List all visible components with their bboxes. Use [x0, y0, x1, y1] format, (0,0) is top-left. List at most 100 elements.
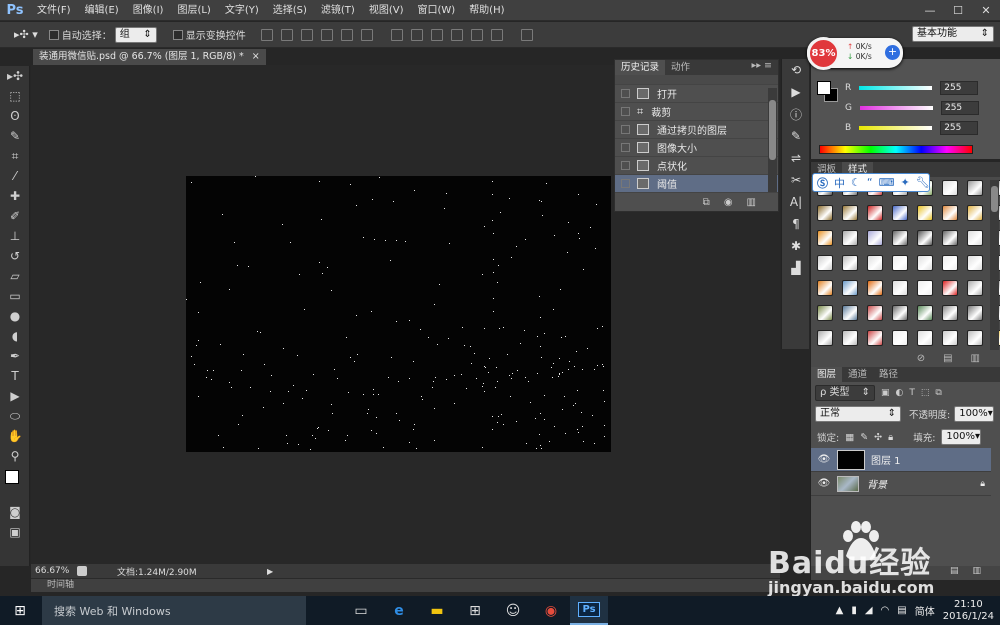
history-checkbox[interactable] [621, 143, 630, 152]
channel-slider[interactable] [859, 126, 933, 130]
healing-brush-tool-icon[interactable]: ✚ [0, 186, 30, 206]
style-swatch[interactable] [867, 305, 883, 321]
scrollbar-thumb[interactable] [769, 100, 776, 160]
menu-type[interactable]: 文字(Y) [218, 0, 266, 21]
wifi-icon[interactable]: ◠ [881, 605, 890, 616]
lasso-tool-icon[interactable]: ʘ [0, 106, 30, 126]
history-scrollbar[interactable] [768, 88, 777, 192]
brush-tool-icon[interactable]: ✐ [0, 206, 30, 226]
status-menu-icon[interactable]: ▶ [267, 567, 273, 576]
style-swatch[interactable] [817, 280, 833, 296]
style-swatch[interactable] [817, 205, 833, 221]
style-swatch[interactable] [967, 180, 983, 196]
workspace-dropdown[interactable]: 基本功能 ⇕ [912, 26, 994, 42]
lock-transparent-icon[interactable]: ▦ [845, 432, 854, 443]
style-swatch[interactable] [967, 205, 983, 221]
style-swatch[interactable] [917, 255, 933, 271]
auto-align-icon[interactable] [520, 28, 533, 41]
lock-pixels-icon[interactable]: ✎ [860, 432, 868, 443]
auto-select-dropdown[interactable]: 组 ⇕ [114, 26, 157, 43]
paragraph-panel-icon[interactable]: ¶ [782, 213, 810, 235]
new-style-icon[interactable]: ▤ [943, 353, 952, 364]
gradient-tool-icon[interactable]: ▭ [0, 286, 30, 306]
zoom-tool-icon[interactable]: ⚲ [0, 446, 30, 466]
style-swatch[interactable] [942, 305, 958, 321]
style-swatch[interactable] [842, 230, 858, 246]
histogram-icon[interactable]: ▟ [782, 257, 810, 279]
style-swatch[interactable] [967, 280, 983, 296]
color-swatches[interactable] [0, 466, 30, 502]
style-swatch[interactable] [942, 280, 958, 296]
crop-tool-icon[interactable]: ⌗ [0, 146, 30, 166]
windows-start-icon[interactable]: ⊞ [0, 596, 40, 625]
moon-icon[interactable]: ☾ [851, 176, 861, 189]
style-swatch[interactable] [842, 330, 858, 346]
type-tool-icon[interactable]: T [0, 366, 30, 386]
settings-icon[interactable]: ✦ [900, 176, 909, 189]
close-tab-icon[interactable]: × [252, 49, 260, 65]
style-swatch[interactable] [892, 305, 908, 321]
history-checkbox[interactable] [621, 107, 630, 116]
style-swatch[interactable] [817, 305, 833, 321]
task-view-icon[interactable]: ▭ [342, 596, 380, 625]
history-item-selected[interactable]: 阈值 [615, 175, 778, 193]
eraser-tool-icon[interactable]: ▱ [0, 266, 30, 286]
history-item[interactable]: 图像大小 [615, 139, 778, 157]
history-panel-icon[interactable]: ⟲ [782, 59, 810, 81]
align-hcenter-icon[interactable] [340, 28, 353, 41]
style-swatch[interactable] [817, 255, 833, 271]
boost-plus-icon[interactable]: + [885, 45, 900, 60]
wrench-icon[interactable]: 🔧︎ [916, 176, 930, 189]
style-swatch[interactable] [942, 330, 958, 346]
lock-all-icon[interactable]: 🔒︎ [888, 432, 893, 443]
tab-paths[interactable]: 路径 [873, 367, 904, 382]
new-layer-icon[interactable]: ▤ [950, 566, 959, 580]
style-swatch[interactable] [842, 255, 858, 271]
style-swatch[interactable] [892, 205, 908, 221]
style-swatch[interactable] [867, 255, 883, 271]
volume-icon[interactable]: ◢ [865, 605, 873, 616]
history-checkbox[interactable] [621, 125, 630, 134]
move-tool-preset-icon[interactable]: ▸✣ ▾ [14, 28, 38, 41]
style-swatch[interactable] [917, 330, 933, 346]
eye-icon[interactable]: 👁︎ [811, 478, 837, 489]
history-brush-tool-icon[interactable]: ↺ [0, 246, 30, 266]
quick-select-tool-icon[interactable]: ✎ [0, 126, 30, 146]
hand-tool-icon[interactable]: ✋ [0, 426, 30, 446]
info-panel-icon[interactable]: ⓘ [782, 103, 810, 125]
history-checkbox[interactable] [621, 179, 630, 188]
network-icon[interactable]: ▲ [836, 605, 844, 616]
panel-menu-icon[interactable]: ▸▸ ≡ [751, 60, 778, 75]
channel-slider[interactable] [859, 86, 933, 90]
style-swatch[interactable] [967, 230, 983, 246]
align-top-icon[interactable] [260, 28, 273, 41]
keyboard-icon[interactable]: ⌨ [879, 176, 895, 189]
align-vcenter-icon[interactable] [280, 28, 293, 41]
navigator-icon[interactable]: ✱ [782, 235, 810, 257]
quick-mask-icon[interactable]: ◙ [0, 502, 30, 522]
tool-presets-icon[interactable]: ✂ [782, 169, 810, 191]
taskbar-search[interactable]: 搜索 Web 和 Windows [42, 596, 306, 625]
file-explorer-icon[interactable]: ▬ [418, 596, 456, 625]
clock[interactable]: 21:10 2016/1/24 [943, 599, 994, 623]
distribute-vcenter-icon[interactable] [410, 28, 423, 41]
style-swatch[interactable] [867, 205, 883, 221]
camera-icon[interactable]: ◉ [724, 197, 733, 208]
layer-name[interactable]: 背景 [867, 476, 887, 491]
clear-style-icon[interactable]: ⊘ [917, 353, 925, 364]
history-snapshot[interactable] [615, 75, 778, 85]
menu-window[interactable]: 窗口(W) [410, 0, 462, 21]
style-swatch[interactable] [892, 330, 908, 346]
lock-position-icon[interactable]: ✣ [874, 432, 882, 443]
style-swatch[interactable] [942, 205, 958, 221]
layer-name[interactable]: 图层 1 [871, 452, 901, 467]
history-item[interactable]: 打开 [615, 85, 778, 103]
style-swatch[interactable] [867, 280, 883, 296]
battery-icon[interactable]: ▮ [851, 605, 857, 616]
maximize-button[interactable]: ☐ [944, 0, 972, 21]
filter-shape-icon[interactable]: ⬚ [921, 388, 930, 398]
style-swatch[interactable] [817, 230, 833, 246]
dodge-tool-icon[interactable]: ◖ [0, 326, 30, 346]
chrome-icon[interactable]: ◉ [532, 596, 570, 625]
menu-edit[interactable]: 编辑(E) [78, 0, 126, 21]
